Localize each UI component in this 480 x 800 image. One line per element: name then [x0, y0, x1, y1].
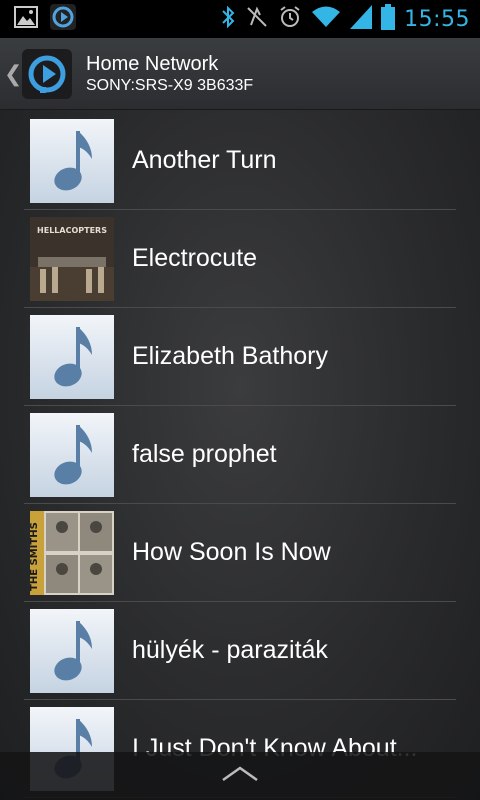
gallery-icon [14, 5, 38, 33]
list-item[interactable]: false prophet [24, 406, 456, 504]
app-logo[interactable] [22, 48, 72, 99]
battery-icon [381, 3, 396, 35]
track-title: false prophet [132, 440, 277, 468]
track-title: hülyék - paraziták [132, 636, 328, 664]
device-name: SONY:SRS-X9 3B633F [86, 76, 254, 94]
status-bar: 15:55 [0, 0, 480, 38]
chevron-up-icon[interactable] [220, 765, 260, 788]
mute-icon [245, 5, 269, 34]
track-title: Elizabeth Bathory [132, 342, 328, 370]
music-note-icon [30, 412, 114, 497]
app-icon [50, 3, 76, 35]
list-item[interactable]: Elizabeth Bathory [24, 308, 456, 406]
signal-icon [350, 4, 373, 34]
header-text[interactable]: Home Network SONY:SRS-X9 3B633F [86, 52, 253, 96]
album-band-text: THE SMITHS [30, 522, 40, 591]
wifi-icon [311, 5, 341, 34]
track-title: Another Turn [132, 146, 277, 174]
music-note-icon [30, 118, 114, 203]
music-note-icon [30, 314, 114, 399]
action-bar: ❮ Home Network SONY:SRS-X9 3B633F [0, 38, 480, 110]
clock: 15:55 [404, 6, 470, 32]
bluetooth-icon [220, 4, 236, 35]
bottom-bar[interactable] [0, 752, 480, 800]
music-note-icon [30, 608, 114, 693]
list-item[interactable]: THE SMITHS How Soon Is Now [24, 504, 456, 602]
track-title: Electrocute [132, 244, 258, 272]
album-art: HELLACOPTERS [30, 216, 114, 301]
track-list[interactable]: Another Turn HELLACOPTERS Electrocute El… [0, 110, 480, 800]
list-item[interactable]: HELLACOPTERS Electrocute [24, 210, 456, 308]
server-title: Home Network [86, 52, 219, 75]
album-band-text: HELLACOPTERS [37, 226, 107, 235]
back-chevron-icon[interactable]: ❮ [4, 62, 22, 85]
list-item[interactable]: hülyék - paraziták [24, 602, 456, 700]
album-art: THE SMITHS [30, 510, 114, 595]
list-item[interactable]: Another Turn [24, 112, 456, 210]
track-title: How Soon Is Now [132, 538, 331, 566]
alarm-icon [278, 5, 302, 34]
